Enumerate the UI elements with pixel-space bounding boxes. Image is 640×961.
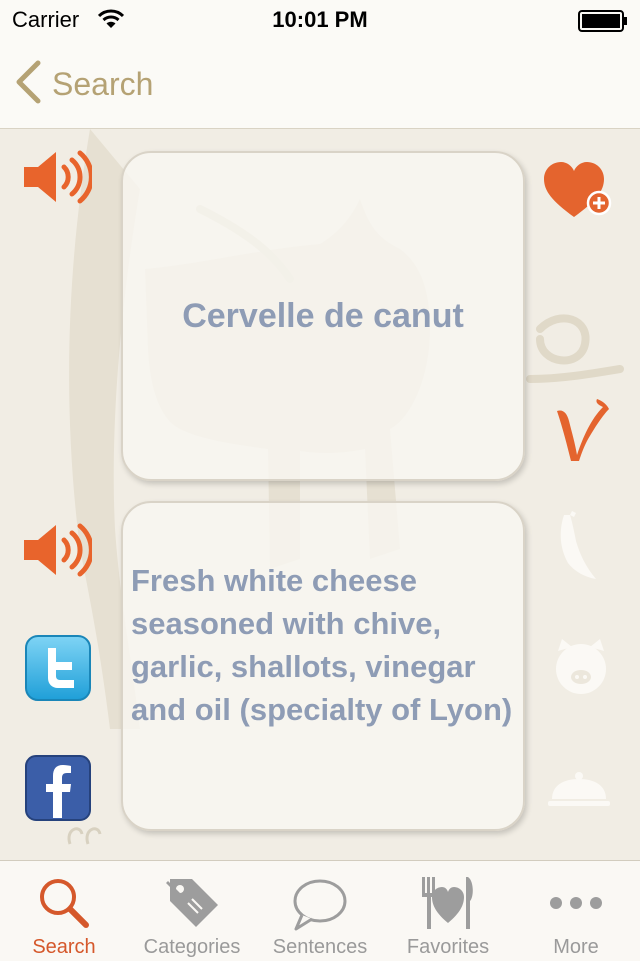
term-card: Cervelle de canut: [121, 151, 525, 481]
definition-text: Fresh white cheese seasoned with chive, …: [131, 563, 513, 727]
tab-categories[interactable]: Categories: [128, 861, 256, 961]
chevron-left-icon: [14, 60, 42, 109]
navigation-bar: Search: [0, 40, 640, 129]
facebook-icon[interactable]: [24, 754, 92, 827]
add-to-favorites-heart-icon[interactable]: [542, 159, 614, 226]
tab-bar: Search Categories Sentences Favorites Mo…: [0, 860, 640, 961]
speech-bubble-icon: [290, 873, 350, 933]
tab-sentences-label: Sentences: [272, 936, 368, 958]
tab-more-label: More: [553, 936, 599, 958]
clock: 10:01 PM: [272, 7, 368, 32]
tab-search[interactable]: Search: [0, 861, 128, 961]
tab-search-label: Search: [32, 936, 96, 958]
back-button-label: Search: [52, 65, 154, 102]
term-text: Cervelle de canut: [182, 296, 464, 335]
tab-categories-label: Categories: [143, 936, 241, 958]
tab-sentences[interactable]: Sentences: [256, 861, 384, 961]
tab-more[interactable]: More: [512, 861, 640, 961]
search-icon: [34, 873, 94, 933]
cloche-dish-icon: [546, 769, 612, 814]
vegetarian-v-icon[interactable]: [553, 397, 611, 468]
status-bar: Carrier 10:01 PM: [0, 0, 640, 40]
back-button[interactable]: Search: [14, 60, 154, 109]
tab-favorites[interactable]: Favorites: [384, 861, 512, 961]
tab-favorites-label: Favorites: [406, 936, 490, 958]
heart-cutlery-icon: [418, 873, 478, 933]
definition-card: Fresh white cheese seasoned with chive, …: [121, 501, 525, 831]
chili-pepper-icon: [550, 511, 604, 586]
speaker-icon-definition[interactable]: [22, 520, 94, 585]
pig-icon: [552, 637, 610, 702]
speaker-icon-term[interactable]: [22, 147, 94, 212]
twitter-icon[interactable]: [24, 634, 92, 707]
battery-icon: [578, 10, 628, 37]
more-icon: [546, 873, 606, 933]
content-area: Cervelle de canut Fresh white cheese sea…: [0, 129, 640, 860]
tag-icon: [162, 873, 222, 933]
